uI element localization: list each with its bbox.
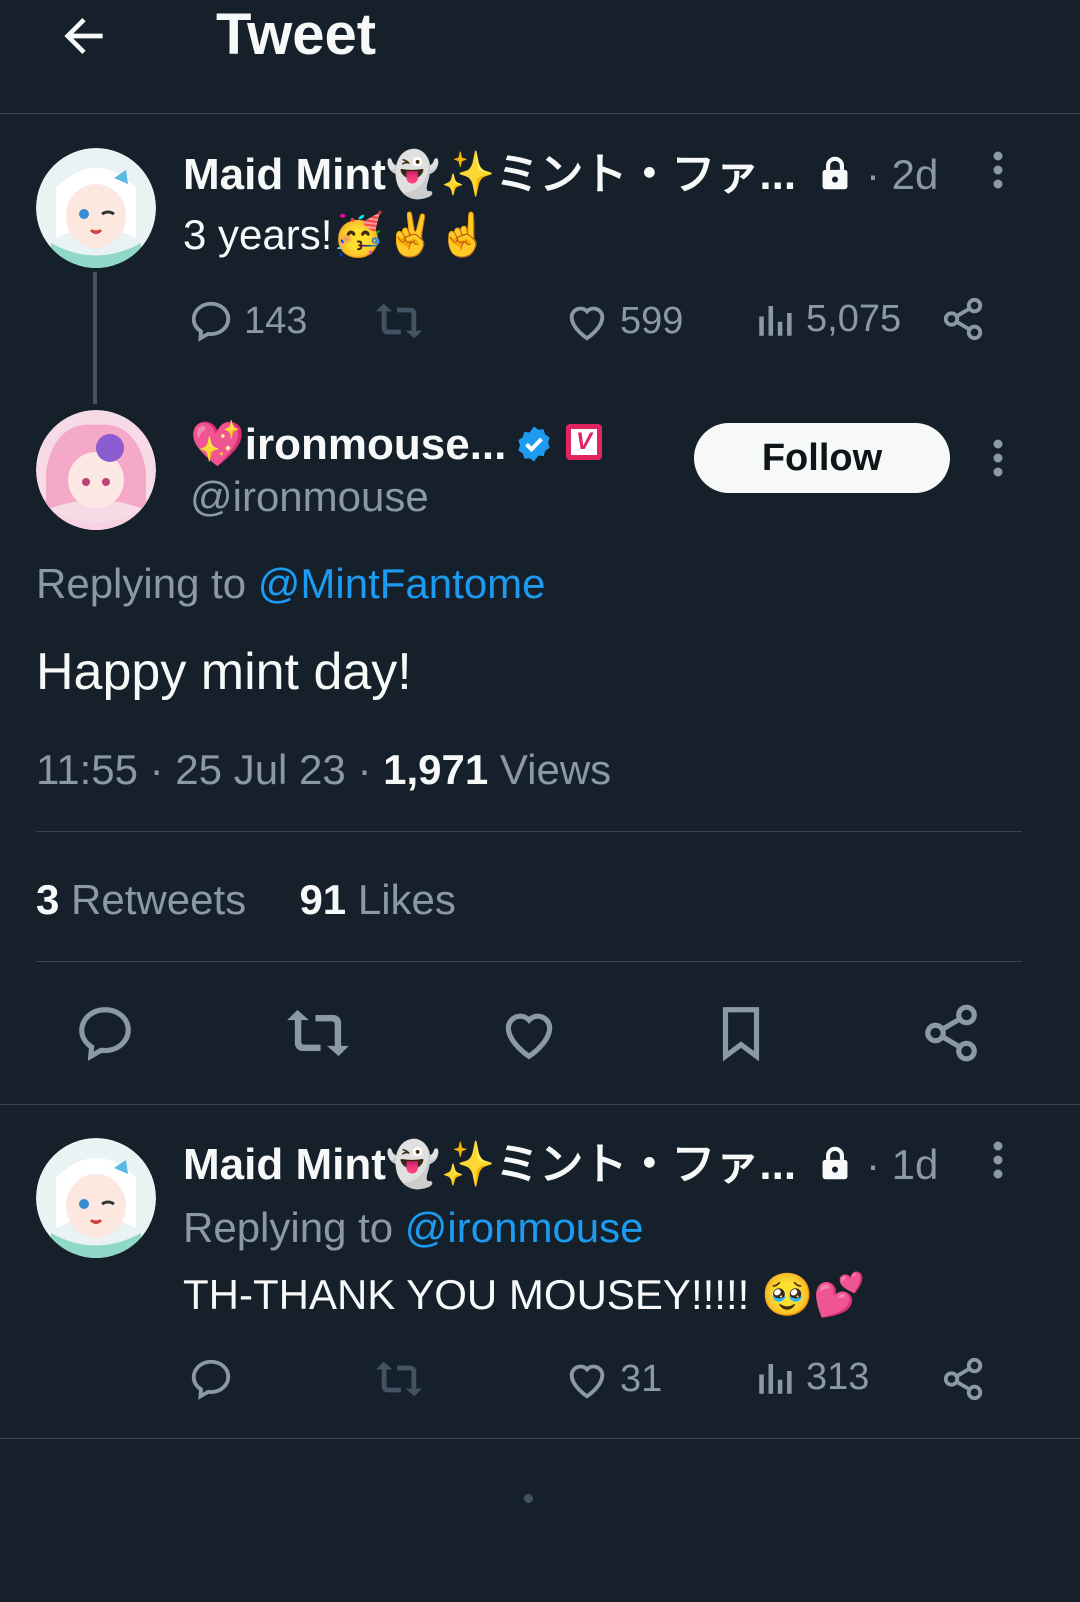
author-name[interactable]: 💖ironmouse... [190,418,506,472]
views-count: 5,075 [806,298,902,340]
replying-to-label: Replying to [183,1204,394,1251]
affiliate-badge-letter: V [571,428,597,455]
retweets-stat[interactable]: 3 Retweets [36,876,246,923]
divider [0,1438,1080,1439]
tweet-metadata: 11:55 · 25 Jul 23 · 1,971 Views [36,744,611,796]
share-icon[interactable] [940,1356,986,1402]
replying-to-line: Replying to @MintFantome [36,558,546,610]
reply-icon [191,301,231,342]
reply-icon [79,1007,131,1061]
views-count: 313 [806,1356,870,1398]
replying-to-line: Replying to @ironmouse [183,1202,644,1254]
views-stat[interactable]: 313 [754,1356,869,1399]
views-stat[interactable]: 5,075 [754,298,901,341]
share-button[interactable] [920,1002,982,1064]
retweet-icon [376,1361,422,1397]
replying-to-handle[interactable]: @MintFantome [258,560,546,607]
views-count: 1,971 [383,746,489,793]
likes-label: Likes [357,876,456,923]
replying-to-label: Replying to [36,560,247,607]
likes-stat[interactable]: 91 Likes [299,876,455,923]
reply-button[interactable] [188,1356,234,1402]
thread-line [93,272,97,404]
retweet-icon [287,1009,349,1057]
tweet-text: 3 years!🥳✌️☝️ [183,211,490,258]
like-count: 31 [620,1357,663,1400]
affiliate-badge-icon: V [566,424,602,460]
author-handle[interactable]: @ironmouse [190,472,429,522]
like-stat[interactable]: 599 [564,298,683,344]
protected-lock-icon [818,1146,852,1182]
share-icon [925,1004,977,1062]
reply-button[interactable] [74,1002,136,1064]
analytics-icon [759,1363,792,1394]
more-options-icon[interactable] [984,1140,1012,1180]
retweets-label: Retweets [71,876,247,923]
tweet-time: · 1d [866,1141,939,1188]
heart-icon [569,1364,605,1399]
protected-lock-icon [818,156,852,192]
views-label: Views [499,746,612,793]
retweet-button[interactable] [282,1002,354,1064]
retweet-button[interactable] [372,298,426,344]
tweet-timestamp: 11:55 · 25 Jul 23 · [36,746,372,793]
top-bar: Tweet [0,0,1080,114]
author-name[interactable]: Maid Mint👻✨ミント・ファ... [183,148,796,202]
tweet-text: Happy mint day! [36,643,412,701]
author-name[interactable]: Maid Mint👻✨ミント・ファ... [183,1138,796,1192]
more-options-icon[interactable] [984,150,1012,190]
reply-icon [191,1359,231,1400]
retweet-icon [376,303,422,339]
verified-badge-icon [514,424,554,464]
tweet-time: · 2d [866,151,939,198]
like-stat[interactable]: 31 [564,1356,662,1402]
bookmark-button[interactable] [710,1002,772,1064]
divider [36,961,1022,962]
loading-indicator-dot [524,1494,533,1503]
replying-to-handle[interactable]: @ironmouse [405,1204,644,1251]
back-arrow-icon[interactable] [56,8,112,64]
divider [36,831,1022,832]
reply-stat[interactable]: 143 [188,298,307,344]
avatar-ironmouse[interactable] [36,410,156,530]
page-title: Tweet [216,2,377,67]
heart-icon [505,1013,553,1060]
tweet-text: TH-THANK YOU MOUSEY!!!!! 🥹💕 [183,1271,866,1318]
divider [0,1104,1080,1105]
analytics-icon [759,305,792,336]
like-count: 599 [620,299,684,342]
retweet-button[interactable] [372,1356,426,1402]
bookmark-icon [722,1007,760,1062]
retweets-count: 3 [36,876,60,923]
reply-count: 143 [244,299,308,342]
more-options-icon[interactable] [984,438,1012,478]
avatar-mint[interactable] [36,148,156,268]
likes-count: 91 [299,876,347,923]
like-button[interactable] [498,1002,560,1064]
follow-button[interactable]: Follow [694,423,950,493]
engagement-counts: 3 Retweets 91 Likes [36,874,456,926]
share-icon[interactable] [940,296,986,342]
heart-icon [569,306,605,341]
avatar-mint[interactable] [36,1138,156,1258]
